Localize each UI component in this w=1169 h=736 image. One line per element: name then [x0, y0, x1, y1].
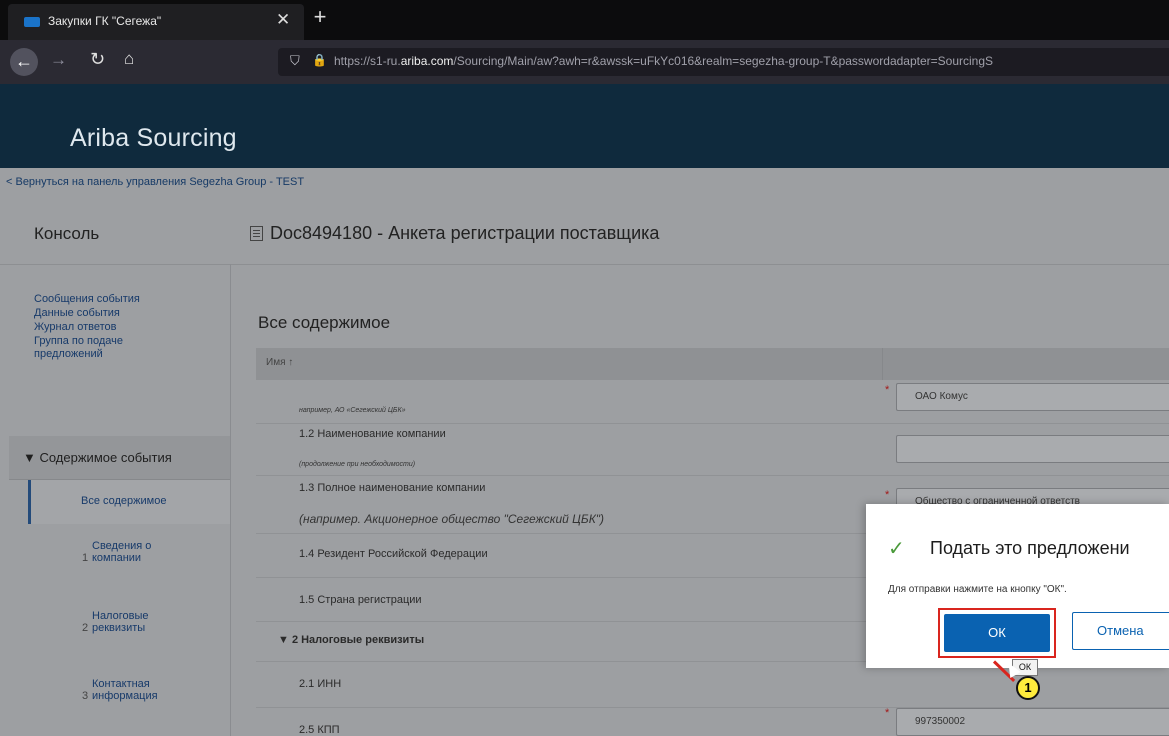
close-tab-icon[interactable]: ✕	[276, 10, 290, 30]
cancel-button[interactable]: Отмена	[1072, 612, 1169, 650]
sidebar-link-event-messages[interactable]: Сообщения события	[34, 293, 214, 306]
sidebar-section-event-content[interactable]: ▼ Содержимое события	[9, 436, 230, 480]
company-name-field[interactable]: ОАО Комус	[896, 383, 1169, 411]
required-mark: *	[885, 707, 890, 719]
back-to-dashboard-link[interactable]: < Вернуться на панель управления Segezha…	[6, 176, 304, 188]
sidebar-item-label: Налоговые реквизиты	[92, 610, 149, 634]
table-header: Имя ↑	[256, 348, 1169, 380]
sidebar-item-label: Все содержимое	[81, 495, 167, 507]
url-bar[interactable]: ⛉ 🔒 https://s1-ru.ariba.com/Sourcing/Mai…	[278, 48, 1169, 76]
sidebar-item-number: 1	[82, 552, 89, 564]
sidebar-links: Сообщения события Данные события Журнал …	[34, 293, 214, 362]
sidebar-item-number: 2	[82, 622, 89, 634]
app-logo: Ariba Sourcing	[70, 124, 237, 152]
row-label: 2.1 ИНН	[299, 678, 342, 690]
sidebar-item-number: 3	[82, 690, 89, 702]
sidebar-link-bid-group[interactable]: Группа по подаче предложений	[34, 335, 164, 361]
row-hint: например, АО «Сегежский ЦБК»	[299, 407, 406, 414]
sidebar-item-label: Контактная информация	[92, 678, 158, 702]
company-name-continued-field[interactable]	[896, 435, 1169, 463]
required-mark: *	[885, 489, 890, 501]
step-callout-badge: 1	[1016, 676, 1040, 700]
url-text[interactable]: https://s1-ru.ariba.com/Sourcing/Main/aw…	[334, 54, 993, 68]
document-icon	[250, 226, 263, 241]
console-title: Консоль	[34, 224, 100, 243]
ok-button[interactable]: ОК	[944, 614, 1050, 652]
sidebar-link-response-log[interactable]: Журнал ответов	[34, 321, 214, 334]
browser-tab[interactable]: Закупки ГК "Сегежа" ✕	[8, 4, 304, 40]
ok-button-highlight: ОК	[938, 608, 1056, 658]
sidebar-item-company-info[interactable]: 1 Сведения о компании	[28, 530, 230, 590]
column-divider	[882, 348, 883, 380]
row-hint: (например. Акционерное общество "Сегежск…	[299, 512, 605, 526]
app-header: Ariba Sourcing	[0, 84, 1169, 168]
lock-icon[interactable]: 🔒	[312, 53, 327, 67]
row-hint: (продолжение при необходимости)	[299, 461, 416, 468]
page-title: Doc8494180 - Анкета регистрации поставщи…	[270, 223, 660, 243]
new-tab-icon[interactable]: +	[308, 4, 332, 30]
required-mark: *	[885, 384, 890, 396]
sidebar-item-tax-details[interactable]: 2 Налоговые реквизиты	[28, 600, 230, 660]
sidebar-divider	[230, 264, 231, 736]
shield-icon[interactable]: ⛉	[290, 53, 300, 69]
section-row-label[interactable]: ▼ 2 Налоговые реквизиты	[278, 634, 424, 646]
sidebar-item-contact-info[interactable]: 3 Контактная информация	[28, 668, 230, 728]
dialog-message: Для отправки нажмите на кнопку "ОК".	[888, 584, 1067, 595]
divider	[0, 264, 1169, 265]
back-arrow-icon[interactable]: ←	[10, 48, 38, 76]
sidebar-item-label: Сведения о компании	[92, 540, 152, 564]
row-label: 1.3 Полное наименование компании	[299, 482, 486, 494]
row-label: 2.5 КПП	[299, 724, 340, 736]
tab-title: Закупки ГК "Сегежа"	[48, 14, 162, 28]
reload-icon[interactable]: ↻	[90, 49, 105, 70]
browser-tab-bar: Закупки ГК "Сегежа" ✕ +	[0, 0, 1169, 40]
home-icon[interactable]: ⌂	[124, 49, 134, 69]
forward-arrow-icon[interactable]: →	[50, 50, 67, 70]
browser-nav-bar: ← → ↻ ⌂ ⛉ 🔒 https://s1-ru.ariba.com/Sour…	[0, 40, 1169, 84]
checkmark-icon: ✓	[888, 538, 905, 560]
submit-dialog: ✓ Подать это предложени Для отправки наж…	[866, 504, 1169, 668]
sidebar-link-event-data[interactable]: Данные события	[34, 307, 214, 320]
dialog-title: Подать это предложени	[930, 538, 1130, 558]
column-header-name[interactable]: Имя ↑	[266, 357, 293, 368]
sap-favicon-icon	[24, 17, 40, 27]
row-label: 1.5 Страна регистрации	[299, 594, 422, 606]
sidebar-item-all-content[interactable]: Все содержимое	[28, 480, 230, 524]
sidebar-section-label: ▼ Содержимое события	[23, 450, 172, 465]
section-title: Все содержимое	[258, 313, 391, 332]
row-label: 1.4 Резидент Российской Федерации	[299, 548, 488, 560]
kpp-field[interactable]: 997350002	[896, 708, 1169, 736]
row-label: 1.2 Наименование компании	[299, 428, 446, 440]
